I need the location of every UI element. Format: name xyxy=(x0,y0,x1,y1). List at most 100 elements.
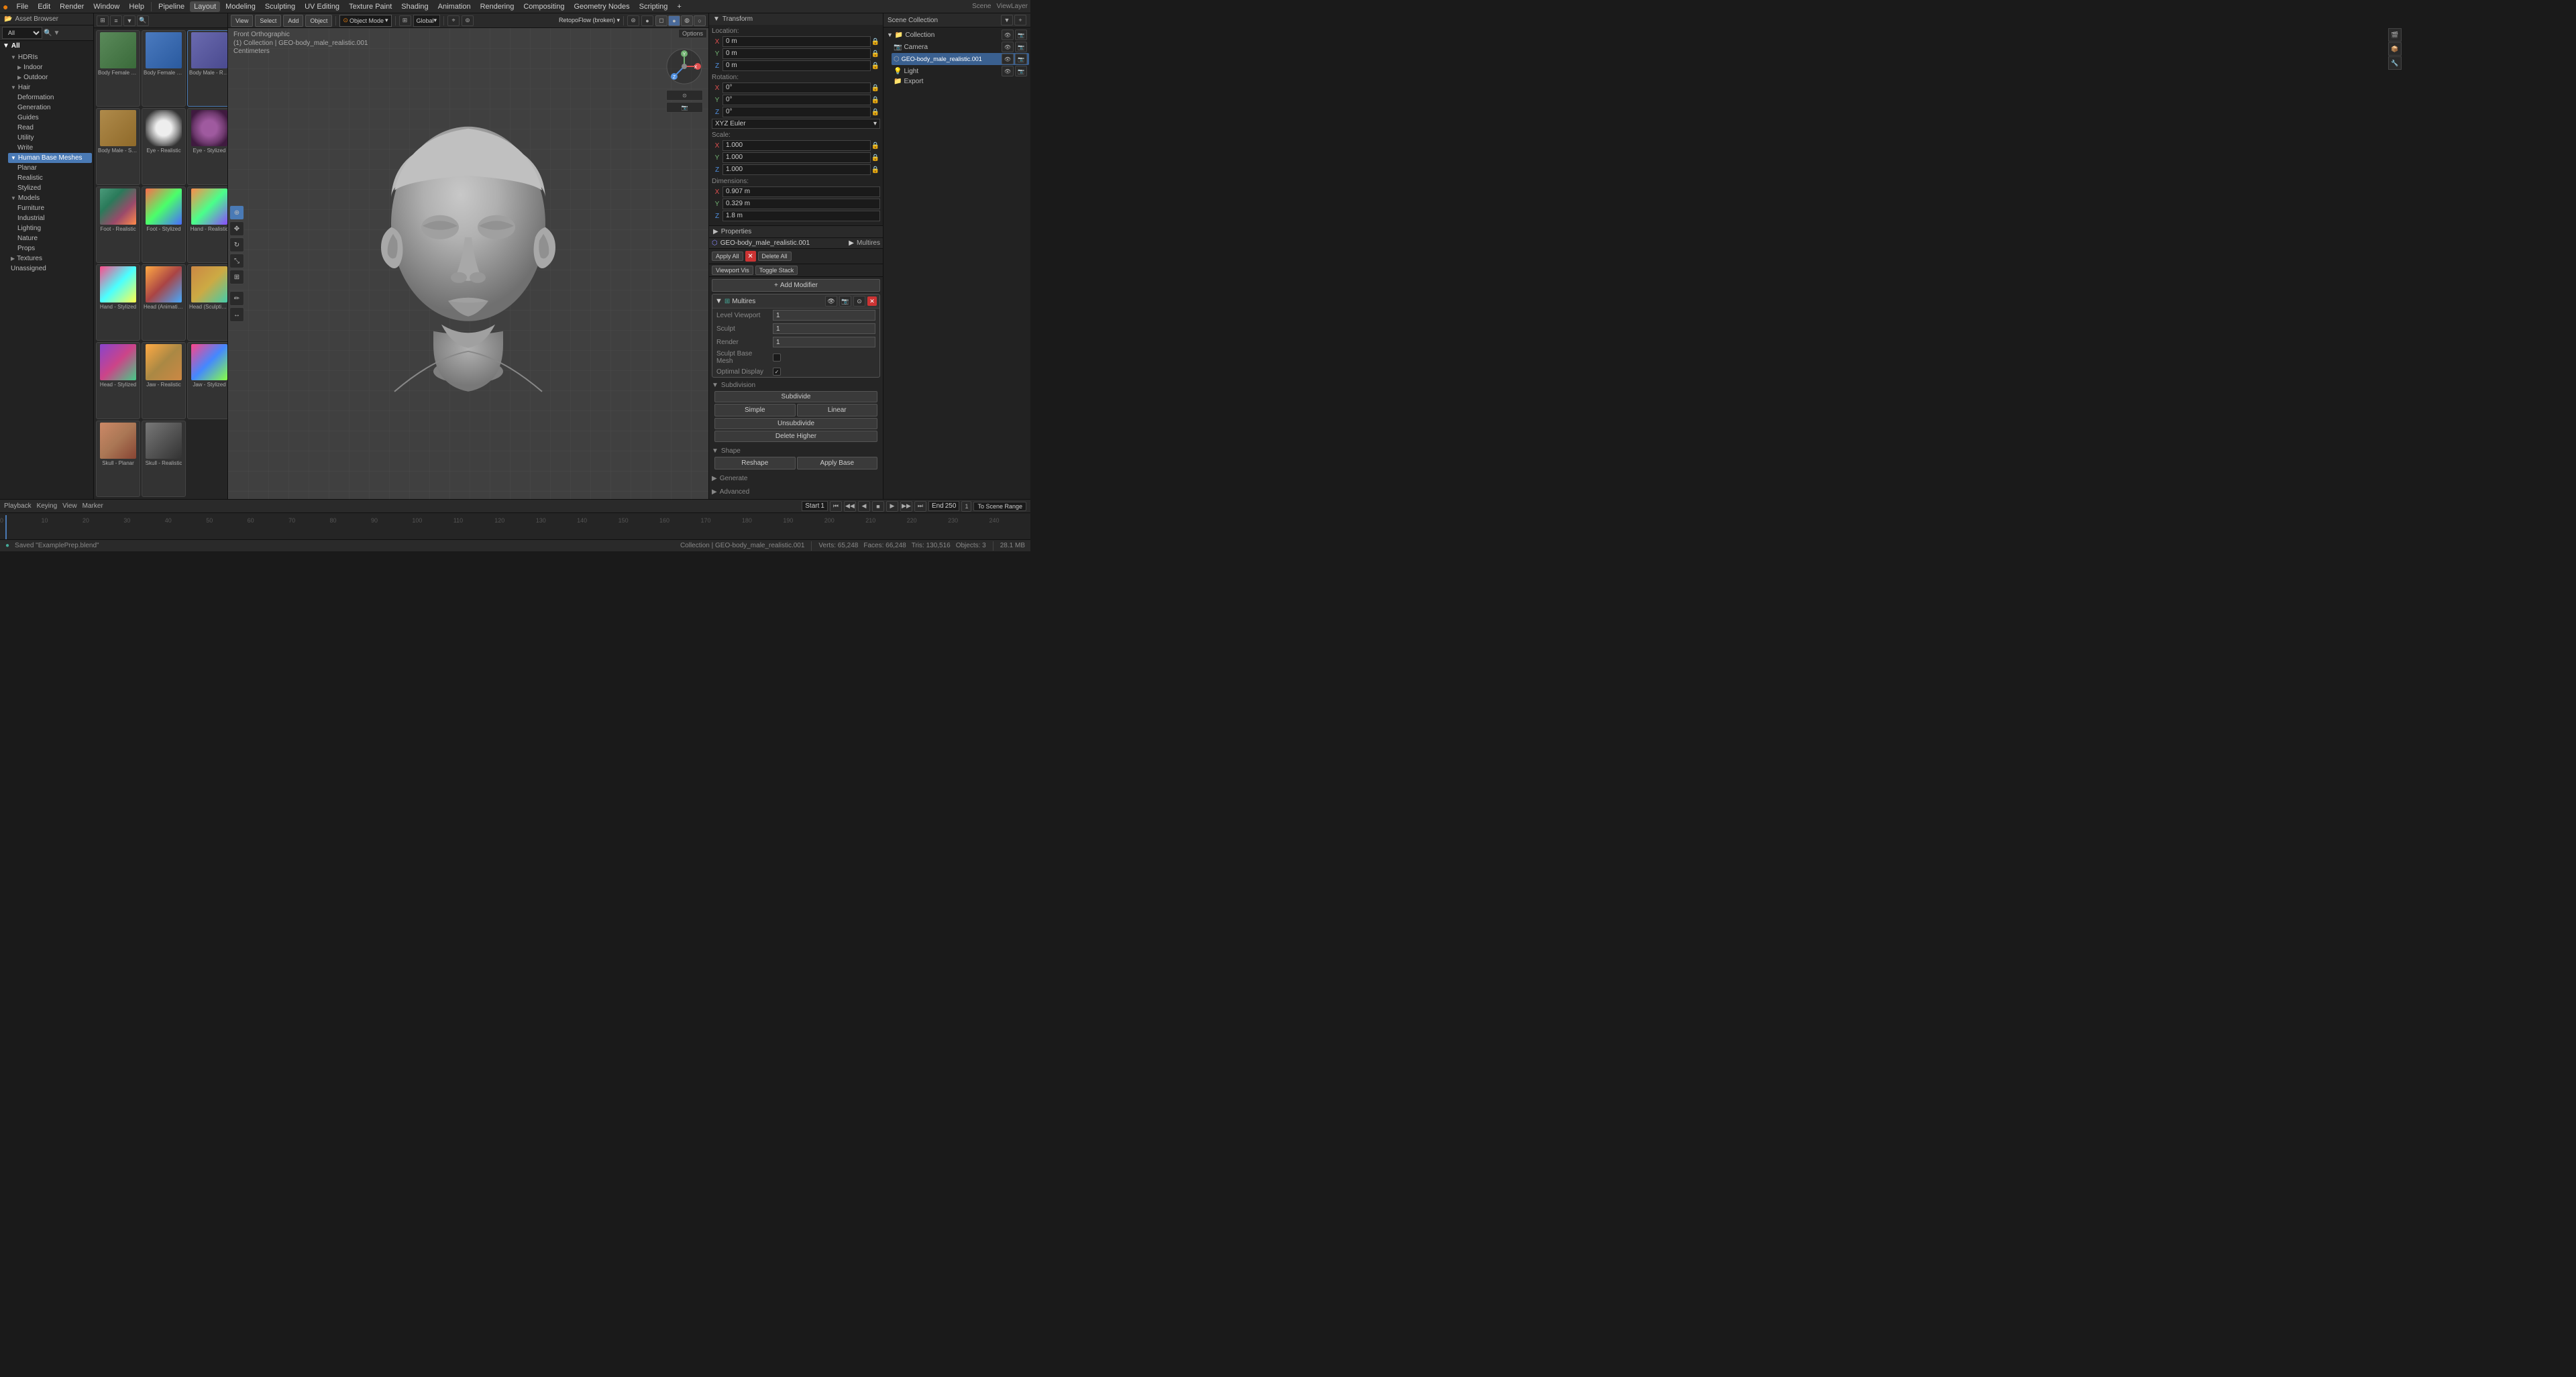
tree-industrial[interactable]: Industrial xyxy=(15,213,92,223)
asset-thumb-7[interactable]: Foot - Stylized xyxy=(142,186,186,263)
skip-back-btn[interactable]: ⏮ xyxy=(830,501,842,512)
filter-scene-icon[interactable]: ▼ xyxy=(1001,15,1013,25)
location-y-input[interactable]: 0 m xyxy=(722,48,871,59)
play-back-btn[interactable]: ◀ xyxy=(858,501,870,512)
step-back-btn[interactable]: ◀◀ xyxy=(844,501,856,512)
rotation-mode-dropdown[interactable]: XYZ Euler ▾ xyxy=(712,119,880,129)
transform-tool[interactable]: ⊞ xyxy=(229,270,244,284)
light-render-icon[interactable]: 📷 xyxy=(1015,66,1027,76)
asset-thumb-14[interactable]: Jaw - Stylized xyxy=(187,342,227,419)
light-item[interactable]: 💡 Light 👁 📷 xyxy=(892,65,1029,77)
asset-thumb-15[interactable]: Skull - Planar xyxy=(96,421,140,497)
render-level-slider[interactable]: 1 xyxy=(773,337,875,347)
rotate-tool[interactable]: ↻ xyxy=(229,237,244,252)
tab-rendering[interactable]: Rendering xyxy=(476,1,519,12)
simple-button[interactable]: Simple xyxy=(714,404,796,417)
rotation-z-lock-icon[interactable]: 🔒 xyxy=(871,109,880,116)
location-z-lock-icon[interactable]: 🔒 xyxy=(871,62,880,70)
tree-read[interactable]: Read xyxy=(15,123,92,133)
asset-thumb-3[interactable]: Body Male - Sty... xyxy=(96,108,140,184)
asset-thumb-0[interactable]: Body Female - R... xyxy=(96,30,140,107)
viewport-vis-button[interactable]: Viewport Vis xyxy=(712,266,753,275)
viewport-menu-select[interactable]: Select xyxy=(255,15,281,27)
to-scene-range-btn[interactable]: To Scene Range xyxy=(973,502,1026,511)
subdivision-header[interactable]: ▼ Subdivision xyxy=(712,382,880,389)
level-viewport-slider[interactable]: 1 xyxy=(773,310,875,321)
move-tool[interactable]: ✥ xyxy=(229,221,244,236)
scale-y-lock-icon[interactable]: 🔒 xyxy=(871,154,880,162)
render-mode-btn[interactable]: ○ xyxy=(694,15,706,26)
scale-y-input[interactable]: 1.000 xyxy=(722,152,871,163)
object-mode-dropdown[interactable]: ⊙ Object Mode ▾ xyxy=(339,15,391,27)
rotation-y-input[interactable]: 0° xyxy=(722,95,871,105)
tab-layout[interactable]: Layout xyxy=(190,1,220,12)
delete-all-button[interactable]: Delete All xyxy=(758,252,792,261)
location-x-input[interactable]: 0 m xyxy=(722,36,871,47)
end-frame-display[interactable]: End 250 xyxy=(928,501,959,511)
camera-item[interactable]: 📷 Camera 👁 📷 xyxy=(892,41,1029,53)
reshape-button[interactable]: Reshape xyxy=(714,457,796,470)
rotation-x-input[interactable]: 0° xyxy=(722,82,871,93)
tree-realistic[interactable]: Realistic xyxy=(15,173,92,183)
step-forward-btn[interactable]: ▶▶ xyxy=(900,501,912,512)
filter-icon[interactable]: ▼ xyxy=(53,30,60,37)
asset-thumb-11[interactable]: Head (Sculpting)... xyxy=(187,264,227,341)
asset-thumb-8[interactable]: Hand - Realistic xyxy=(187,186,227,263)
delete-higher-button[interactable]: Delete Higher xyxy=(714,431,877,442)
add-modifier-button[interactable]: + Add Modifier xyxy=(712,279,880,292)
tab-modeling[interactable]: Modeling xyxy=(221,1,260,12)
menu-help[interactable]: Help xyxy=(125,1,148,12)
asset-thumb-12[interactable]: Head - Stylized xyxy=(96,342,140,419)
dim-z-input[interactable]: 1.8 m xyxy=(722,211,880,221)
scale-z-lock-icon[interactable]: 🔒 xyxy=(871,166,880,174)
asset-thumb-13[interactable]: Jaw - Realistic xyxy=(142,342,186,419)
close-modifier-btn[interactable]: ✕ xyxy=(745,251,756,262)
generate-header[interactable]: ▶ Generate xyxy=(712,475,880,482)
overlay-icon[interactable]: ⊛ xyxy=(627,15,639,26)
timeline-marker-label[interactable]: Marker xyxy=(83,502,103,510)
menu-add-tab[interactable]: + xyxy=(673,1,685,12)
unsubdivide-button[interactable]: Unsubdivide xyxy=(714,418,877,429)
asset-thumb-9[interactable]: Hand - Stylized xyxy=(96,264,140,341)
camera-view-btn[interactable]: 📷 xyxy=(666,102,703,113)
scale-x-input[interactable]: 1.000 xyxy=(722,140,871,151)
apply-all-button[interactable]: Apply All xyxy=(712,252,743,261)
asset-thumb-5[interactable]: Eye - Stylized xyxy=(187,108,227,184)
scale-x-lock-icon[interactable]: 🔒 xyxy=(871,142,880,150)
viewport-menu-view[interactable]: View xyxy=(231,15,253,27)
skip-forward-btn[interactable]: ⏭ xyxy=(914,501,926,512)
menu-window[interactable]: Window xyxy=(89,1,123,12)
global-dropdown[interactable]: Global ▾ xyxy=(413,15,441,27)
linear-button[interactable]: Linear xyxy=(797,404,878,417)
location-z-input[interactable]: 0 m xyxy=(722,60,871,71)
annotate-tool[interactable]: ✏ xyxy=(229,291,244,306)
rotation-x-lock-icon[interactable]: 🔒 xyxy=(871,85,880,92)
geo-body-item[interactable]: ⬡ GEO-body_male_realistic.001 👁 📷 xyxy=(892,53,1029,65)
dim-x-input[interactable]: 0.907 m xyxy=(722,186,880,197)
tree-textures[interactable]: ▶ Textures xyxy=(8,254,92,264)
subdivide-button[interactable]: Subdivide xyxy=(714,391,877,402)
sculpt-level-slider[interactable]: 1 xyxy=(773,323,875,334)
tree-guides[interactable]: Guides xyxy=(15,113,92,123)
tree-furniture[interactable]: Furniture xyxy=(15,203,92,213)
scale-tool[interactable]: ⤡ xyxy=(229,254,244,268)
collection-render-icon[interactable]: 📷 xyxy=(1015,30,1027,40)
asset-thumb-1[interactable]: Body Female - S... xyxy=(142,30,186,107)
transform-header[interactable]: ▼ Transform xyxy=(709,13,883,25)
tree-deformation[interactable]: Deformation xyxy=(15,93,92,103)
export-item[interactable]: 📁 Export xyxy=(892,77,1029,86)
new-collection-icon[interactable]: + xyxy=(1014,15,1026,25)
tree-write[interactable]: Write xyxy=(15,143,92,153)
current-frame-display[interactable]: 1 xyxy=(961,501,971,512)
multires-delete-btn[interactable]: ✕ xyxy=(867,296,877,306)
global-transform-icon[interactable]: ⊞ xyxy=(399,15,411,26)
light-eye-icon[interactable]: 👁 xyxy=(1002,66,1014,76)
timeline-view-label[interactable]: View xyxy=(62,502,77,510)
asset-thumb-4[interactable]: Eye - Realistic xyxy=(142,108,186,184)
tab-compositing[interactable]: Compositing xyxy=(519,1,568,12)
tab-geometry-nodes[interactable]: Geometry Nodes xyxy=(570,1,633,12)
tab-scripting[interactable]: Scripting xyxy=(635,1,672,12)
scene-collection-item[interactable]: ▼ 📁 Collection 👁 📷 xyxy=(885,29,1029,41)
tree-utility[interactable]: Utility xyxy=(15,133,92,143)
dim-y-input[interactable]: 0.329 m xyxy=(722,199,880,209)
